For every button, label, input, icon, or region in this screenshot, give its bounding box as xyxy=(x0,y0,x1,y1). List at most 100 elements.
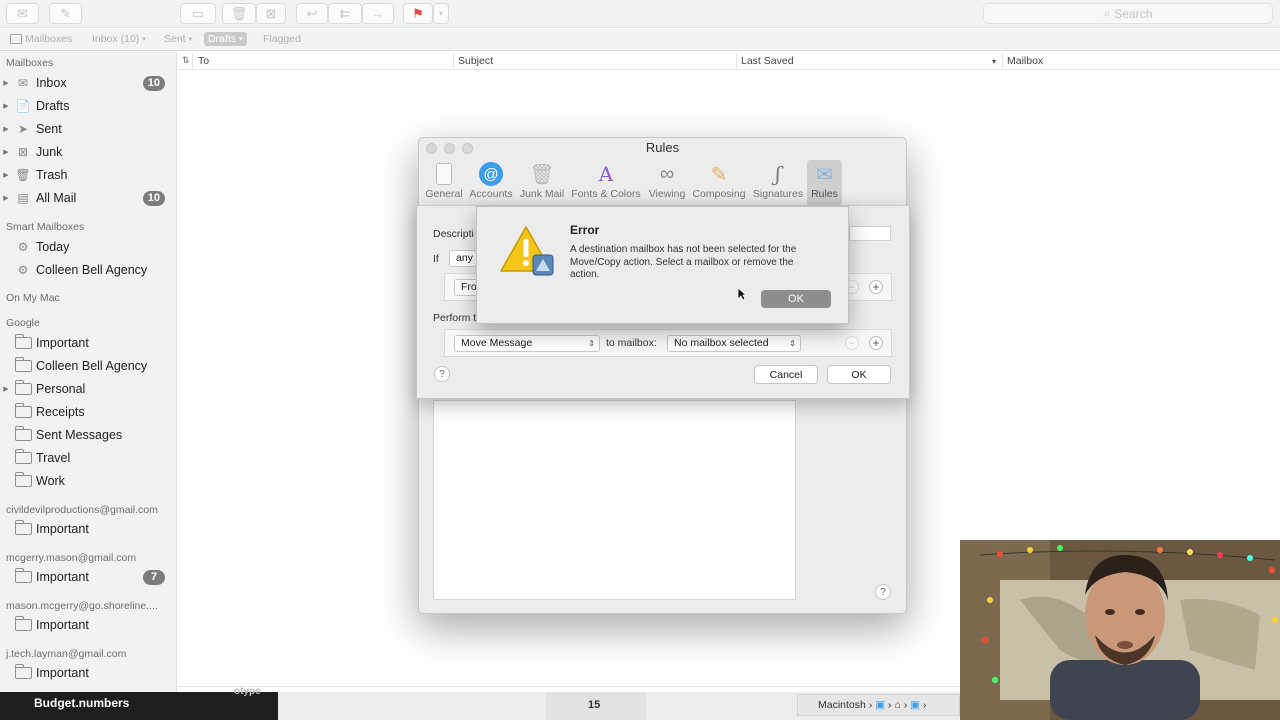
if-label: If xyxy=(433,253,439,265)
general-switch-icon xyxy=(430,160,458,188)
sidebar-item-receipts[interactable]: Receipts xyxy=(0,402,177,422)
sidebar-item-important[interactable]: Important 7 xyxy=(0,567,177,587)
sidebar-item-work[interactable]: Work xyxy=(0,471,177,491)
reply-button[interactable]: ↩ xyxy=(296,3,328,24)
at-icon: @ xyxy=(477,160,505,188)
stepper-arrows-icon: ⇕ xyxy=(588,339,595,348)
section-header-account: mason.mcgerry@go.shoreline.... xyxy=(6,600,158,612)
sidebar-item-trash[interactable]: ▶ 🗑 Trash xyxy=(0,165,177,185)
ok-button[interactable]: OK xyxy=(827,365,891,384)
sidebar-item-drafts[interactable]: ▶ 📄 Drafts xyxy=(0,96,177,116)
junk-bin-icon: 🗑 xyxy=(529,163,555,186)
tab-accounts[interactable]: @ Accounts xyxy=(469,160,513,206)
compose-icon: ✎ xyxy=(60,5,71,21)
tab-rules[interactable]: ✉ Rules xyxy=(807,160,842,206)
disclosure-triangle-icon[interactable]: ▶ xyxy=(0,79,12,87)
sidebar-item-important[interactable]: Important xyxy=(0,519,177,539)
description-field[interactable] xyxy=(849,226,891,241)
column-to[interactable]: To xyxy=(198,55,209,67)
reply-all-button[interactable]: ⇇ xyxy=(328,3,362,24)
get-mail-button[interactable]: ✉ xyxy=(6,3,39,24)
column-subject[interactable]: Subject xyxy=(458,55,493,67)
disclosure-triangle-icon[interactable]: ▶ xyxy=(0,148,12,156)
disclosure-triangle-icon[interactable]: ▶ xyxy=(0,102,12,110)
alert-ok-button[interactable]: OK xyxy=(761,290,831,308)
mailbox-popup[interactable]: No mailbox selected ⇕ xyxy=(667,335,801,352)
delete-button[interactable]: 🗑 xyxy=(222,3,256,24)
junk-button[interactable]: ⊠ xyxy=(256,3,286,24)
search-placeholder: Search xyxy=(1114,6,1153,21)
to-mailbox-label: to mailbox: xyxy=(606,337,657,349)
help-button[interactable]: ? xyxy=(875,584,891,600)
folder-icon xyxy=(13,616,33,632)
finder-path-bar[interactable]: Macintosh › ▣ › ⌂ › ▣ › xyxy=(797,694,960,716)
forward-button[interactable]: → xyxy=(362,3,394,24)
column-mailbox[interactable]: Mailbox xyxy=(1007,55,1043,67)
flag-menu-button[interactable]: ▾ xyxy=(433,3,449,24)
glasses-icon: ∞ xyxy=(659,162,675,185)
fav-inbox[interactable]: Inbox (10) ▾ xyxy=(92,33,146,45)
archive-button[interactable]: ▭ xyxy=(180,3,216,24)
rules-list-area xyxy=(433,400,796,600)
tab-general[interactable]: General xyxy=(425,160,463,206)
remove-action-button[interactable]: − xyxy=(845,336,859,350)
sidebar-item-colleen-bell-agency-smart[interactable]: ⚙ Colleen Bell Agency xyxy=(0,260,177,280)
dock-number: 15 xyxy=(588,699,601,711)
sidebar-item-important[interactable]: Important xyxy=(0,333,177,353)
tab-signatures[interactable]: ʃ Signatures xyxy=(752,160,804,206)
sidebar-icon xyxy=(10,34,22,44)
unread-badge: 10 xyxy=(142,190,165,206)
chevron-down-icon: ▾ xyxy=(239,36,243,43)
column-last-saved[interactable]: Last Saved xyxy=(741,55,794,67)
search-field[interactable]: ⌕ Search xyxy=(983,3,1273,24)
disclosure-triangle-icon[interactable]: ▶ xyxy=(0,194,12,202)
fav-flagged[interactable]: Flagged xyxy=(263,33,301,45)
fav-drafts[interactable]: Drafts ▾ xyxy=(204,32,247,46)
disclosure-triangle-icon[interactable]: ▶ xyxy=(0,125,12,133)
add-condition-button[interactable]: + xyxy=(869,280,883,294)
warning-icon xyxy=(500,226,554,276)
sent-icon: ➤ xyxy=(17,122,29,136)
folder-icon xyxy=(13,664,33,680)
gear-icon: ⚙ xyxy=(17,263,29,277)
sidebar-item-personal[interactable]: ▶ Personal xyxy=(0,379,177,399)
tab-junk-mail[interactable]: 🗑 Junk Mail xyxy=(518,160,566,206)
sidebar-item-travel[interactable]: Travel xyxy=(0,448,177,468)
folder-icon xyxy=(13,334,33,350)
sidebar-item-all-mail[interactable]: ▶ ▤ All Mail 10 xyxy=(0,188,177,208)
compose-button[interactable]: ✎ xyxy=(49,3,82,24)
home-icon: ⌂ xyxy=(894,699,901,711)
description-label: Descripti xyxy=(433,228,474,240)
alert-message: A destination mailbox has not been selec… xyxy=(570,244,797,280)
add-action-button[interactable]: + xyxy=(869,336,883,350)
mailboxes-toggle[interactable]: Mailboxes xyxy=(10,33,72,45)
sidebar-item-sent[interactable]: ▶ ➤ Sent xyxy=(0,119,177,139)
disclosure-triangle-icon[interactable]: ▶ xyxy=(0,385,12,393)
chevron-down-icon[interactable]: ▾ xyxy=(992,57,996,66)
cancel-button[interactable]: Cancel xyxy=(754,365,818,384)
action-popup[interactable]: Move Message ⇕ xyxy=(454,335,600,352)
flag-button[interactable]: ⚑ xyxy=(403,3,433,24)
sidebar-item-junk[interactable]: ▶ ⊠ Junk xyxy=(0,142,177,162)
sidebar-item-inbox[interactable]: ▶ ✉ Inbox 10 xyxy=(0,73,177,93)
sidebar-item-important[interactable]: Important xyxy=(0,615,177,635)
sidebar-item-colleen-bell-agency[interactable]: Colleen Bell Agency xyxy=(0,356,177,376)
folder-icon xyxy=(13,380,33,396)
fav-sent[interactable]: Sent ▾ xyxy=(164,33,192,45)
sidebar-item-today[interactable]: ⚙ Today xyxy=(0,237,177,257)
sidebar-item-sent-messages[interactable]: Sent Messages xyxy=(0,425,177,445)
spreadsheet-tab[interactable]: Budget.numbers otype xyxy=(0,686,278,720)
folder-icon: ▣ xyxy=(910,699,921,711)
tab-fonts-colors[interactable]: A Fonts & Colors xyxy=(571,160,641,206)
chevron-down-icon: ▾ xyxy=(188,36,193,43)
sort-icon[interactable]: ⇅ xyxy=(182,55,190,66)
any-all-popup[interactable]: any xyxy=(449,250,477,267)
disclosure-triangle-icon[interactable]: ▶ xyxy=(0,171,12,179)
rules-envelope-icon: ✉ xyxy=(816,163,833,186)
folder-icon: ▣ xyxy=(875,699,886,711)
sidebar-item-important[interactable]: Important xyxy=(0,663,177,683)
tab-composing[interactable]: ✎ Composing xyxy=(691,160,747,206)
all-mail-icon: ▤ xyxy=(17,191,29,205)
tab-viewing[interactable]: ∞ Viewing xyxy=(647,160,687,206)
sheet-help-button[interactable]: ? xyxy=(434,366,450,382)
